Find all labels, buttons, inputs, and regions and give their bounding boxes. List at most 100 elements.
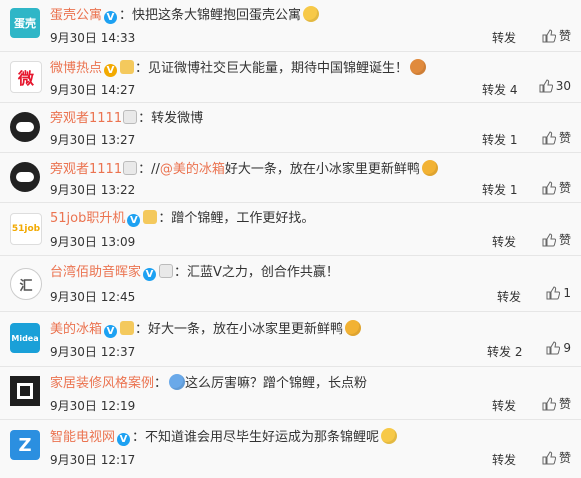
username-link[interactable]: 51job职升机 — [50, 211, 125, 226]
list-item: 微 微博热点 V ：见证微博社交巨大能量，期待中国锦鲤诞生！ 9月30日 14:27… — [0, 52, 581, 103]
like-count: 1 — [563, 286, 571, 300]
list-item: 汇 台湾佰助音晖家 V ：汇蓝V之力，创合作共赢！ 9月30日 12:45 转发 1 — [0, 256, 581, 312]
emoji-icon — [421, 160, 438, 176]
list-item: 旁观者1111 ：//@美的冰箱好大一条，放在小冰家里更新鲜鸭 9月30日 13:… — [0, 153, 581, 203]
username-link[interactable]: 美的冰箱 — [50, 322, 102, 337]
thumb-up-icon — [539, 79, 553, 93]
repost-button[interactable]: 转发 2 — [487, 343, 522, 360]
like-button[interactable]: 赞 — [542, 179, 571, 196]
comment-list: 蛋壳 蛋壳公寓 V ：快把这条大锦鲤抱回蛋壳公寓 9月30日 14:33 转发 赞 … — [0, 0, 581, 478]
comment-time: 9月30日 12:37 — [50, 345, 136, 359]
repost-button[interactable]: 转发 1 — [482, 131, 517, 148]
comment-time: 9月30日 12:17 — [50, 453, 136, 467]
repost-button[interactable]: 转发 — [492, 29, 516, 46]
username-link[interactable]: 蛋壳公寓 — [50, 8, 102, 23]
verified-icon: V — [127, 214, 141, 227]
thumb-up-icon — [542, 450, 556, 465]
repost-button[interactable]: 转发 — [492, 397, 516, 414]
comment-text: 汇蓝V之力，创合作共赢！ — [187, 265, 339, 280]
username-link[interactable]: 智能电视网 — [50, 430, 115, 445]
clap-emoji-icon — [410, 59, 427, 75]
username-link[interactable]: 旁观者1111 — [50, 162, 122, 177]
colon: ： — [138, 162, 152, 177]
emoji-icon — [345, 320, 362, 336]
list-item: 旁观者1111 ：转发微博 9月30日 13:27 转发 1 赞 — [0, 103, 581, 153]
repost-button[interactable]: 转发 — [492, 451, 516, 468]
colon: ： — [154, 376, 168, 391]
like-button[interactable]: 9 — [546, 341, 571, 355]
colon: ： — [174, 265, 188, 280]
comment-text: 转发微博 — [151, 111, 204, 126]
comment-text: 这么厉害嘛？蹭个锦鲤，长点粉 — [185, 376, 368, 391]
like-count: 赞 — [558, 131, 571, 145]
repost-button[interactable]: 转发 1 — [482, 181, 517, 198]
colon: ： — [119, 8, 133, 23]
thumb-up-icon — [542, 232, 556, 247]
verified-icon: V — [104, 64, 118, 77]
member-badge-icon — [120, 321, 135, 335]
like-button[interactable]: 赞 — [542, 395, 571, 412]
thumb-up-icon — [542, 396, 556, 411]
comment-time: 9月30日 14:33 — [50, 31, 136, 45]
avatar[interactable] — [10, 376, 40, 406]
username-link[interactable]: 台湾佰助音晖家 — [50, 265, 141, 280]
avatar[interactable] — [10, 162, 40, 192]
like-button[interactable]: 赞 — [542, 129, 571, 146]
member-badge-icon — [120, 60, 135, 74]
like-count: 赞 — [558, 181, 571, 195]
list-item: 51job 51job职升机 V ：蹭个锦鲤，工作更好找。 9月30日 13:09 … — [0, 203, 581, 256]
repost-button[interactable]: 转发 — [497, 288, 521, 305]
verified-icon: V — [104, 325, 118, 338]
thumb-up-icon — [546, 286, 561, 300]
thumb-up-icon — [546, 341, 561, 355]
comment-time: 9月30日 13:09 — [50, 235, 136, 249]
emoji-icon — [381, 428, 398, 444]
mention-link[interactable]: @美的冰箱 — [160, 162, 225, 177]
like-button[interactable]: 赞 — [542, 231, 571, 248]
comment-text: 快把这条大锦鲤抱回蛋壳公寓 — [132, 8, 302, 23]
like-button[interactable]: 赞 — [542, 27, 571, 44]
like-button[interactable]: 30 — [539, 79, 571, 93]
avatar[interactable]: 蛋壳 — [10, 8, 40, 38]
username-link[interactable]: 微博热点 — [50, 61, 102, 76]
avatar[interactable]: 51job — [10, 213, 42, 245]
colon: ： — [138, 111, 152, 126]
avatar[interactable]: 汇 — [10, 268, 42, 300]
like-count: 赞 — [558, 451, 571, 465]
colon: ： — [135, 61, 149, 76]
list-item: 蛋壳 蛋壳公寓 V ：快把这条大锦鲤抱回蛋壳公寓 9月30日 14:33 转发 赞 — [0, 0, 581, 52]
like-button[interactable]: 1 — [546, 286, 571, 300]
like-count: 赞 — [558, 397, 571, 411]
comment-text: 好大一条，放在小冰家里更新鲜鸭 — [148, 322, 344, 337]
avatar[interactable]: Midea — [10, 323, 40, 353]
comment-text: 见证微博社交巨大能量，期待中国锦鲤诞生！ — [148, 61, 409, 76]
comment-time: 9月30日 14:27 — [50, 83, 136, 97]
emoji-icon — [169, 374, 186, 390]
verified-icon: V — [143, 268, 157, 281]
panda-badge-icon — [123, 161, 138, 175]
list-item: Midea 美的冰箱 V ：好大一条，放在小冰家里更新鲜鸭 9月30日 12:37 … — [0, 312, 581, 367]
list-item: Z 智能电视网 V ：不知道谁会用尽毕生好运成为那条锦鲤呢 9月30日 12:17 … — [0, 420, 581, 478]
repost-button[interactable]: 转发 4 — [482, 81, 517, 98]
comment-time: 9月30日 12:45 — [50, 290, 136, 304]
username-link[interactable]: 旁观者1111 — [50, 111, 122, 126]
face-icon — [16, 122, 34, 132]
panda-badge-icon — [159, 264, 174, 278]
thumb-up-icon — [542, 180, 556, 195]
repost-prefix: // — [151, 162, 160, 177]
avatar[interactable] — [10, 112, 40, 142]
colon: ： — [158, 211, 172, 226]
emoji-icon — [303, 6, 320, 22]
colon: ： — [135, 322, 149, 337]
avatar[interactable]: 微 — [10, 61, 42, 93]
avatar[interactable]: Z — [10, 430, 40, 460]
comment-text: 好大一条，放在小冰家里更新鲜鸭 — [224, 162, 420, 177]
colon: ： — [132, 430, 146, 445]
thumb-up-icon — [542, 28, 556, 43]
repost-button[interactable]: 转发 — [492, 233, 516, 250]
member-badge-icon — [143, 210, 158, 224]
username-link[interactable]: 家居装修风格案例 — [50, 376, 154, 391]
panda-badge-icon — [123, 110, 138, 124]
verified-icon: V — [117, 433, 131, 446]
like-button[interactable]: 赞 — [542, 449, 571, 466]
